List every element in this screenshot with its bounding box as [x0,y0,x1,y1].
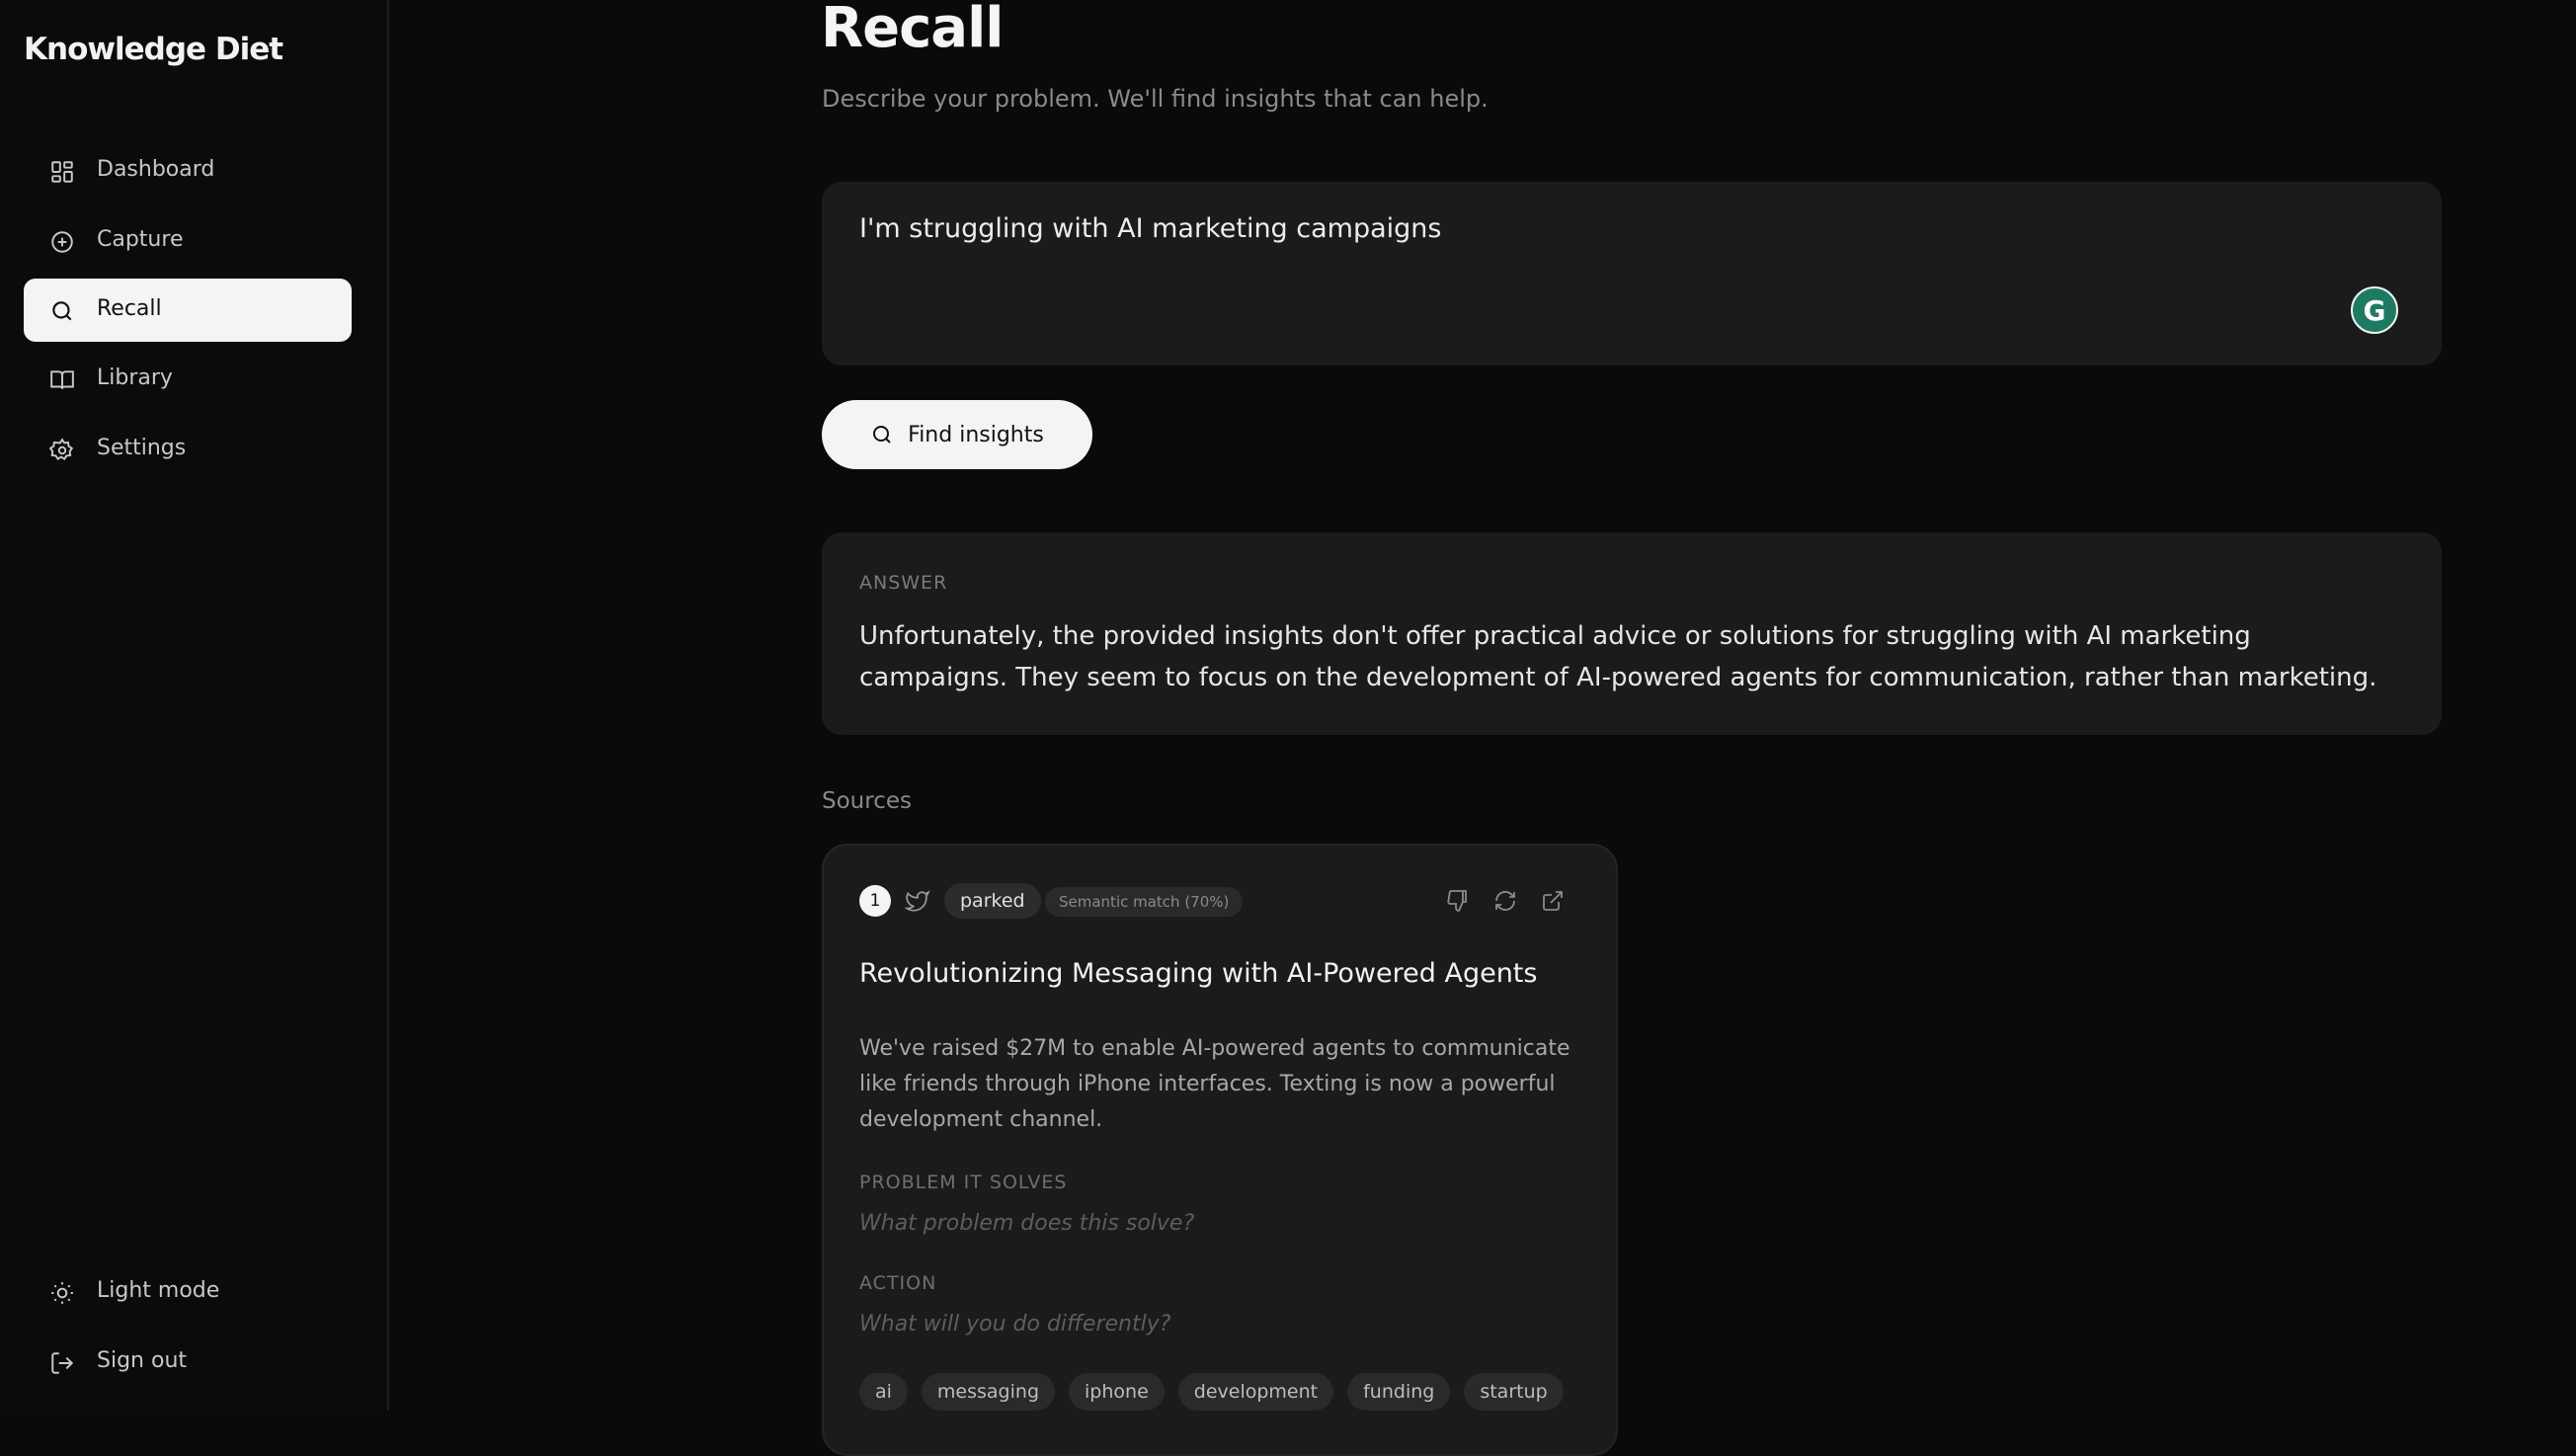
dashboard-icon [49,159,75,185]
sidebar-item-label: Library [97,365,173,390]
plus-circle-icon [49,229,75,255]
app-logo[interactable]: Knowledge Diet [24,32,283,67]
thumbs-down-icon[interactable] [1446,889,1470,913]
source-description: We've raised $27M to enable AI-powered a… [859,1036,1570,1132]
tag[interactable]: startup [1464,1373,1564,1411]
match-badge: Semantic match (70%) [1045,887,1244,917]
sidebar-item-label: Recall [97,296,162,321]
light-mode-toggle[interactable]: Light mode [24,1260,352,1324]
tag[interactable]: messaging [921,1373,1056,1411]
action-field[interactable]: What will you do differently? [859,1312,1170,1336]
sun-icon [49,1280,75,1306]
sidebar-item-label: Settings [97,436,187,460]
sources-heading: Sources [822,788,912,814]
problem-field[interactable]: What problem does this solve? [859,1211,1194,1236]
answer-text: Unfortunately, the provided insights don… [859,621,2377,692]
status-badge: parked [944,883,1041,919]
tag[interactable]: ai [859,1373,908,1411]
refresh-icon[interactable] [1493,889,1517,913]
tag-list: ai messaging iphone development funding … [859,1373,1564,1411]
sidebar-item-label: Capture [97,227,184,252]
search-icon [49,298,75,324]
answer-label: ANSWER [859,572,948,594]
main-content: Recall Describe your problem. We'll find… [389,0,2576,1456]
action-label: ACTION [859,1272,937,1294]
find-insights-button[interactable]: Find insights [822,400,1092,469]
sidebar-item-recall[interactable]: Recall [24,279,352,342]
sign-out-button[interactable]: Sign out [24,1331,352,1394]
source-index-badge: 1 [859,885,891,917]
find-insights-label: Find insights [908,422,1044,447]
logout-icon [49,1350,75,1376]
problem-input[interactable]: I'm struggling with AI marketing campaig… [822,182,2442,365]
source-title[interactable]: Revolutionizing Messaging with AI-Powere… [859,958,1537,989]
tag[interactable]: development [1177,1373,1334,1411]
sidebar-item-settings[interactable]: Settings [24,418,352,481]
sidebar-item-capture[interactable]: Capture [24,209,352,273]
sidebar: Knowledge Diet Dashboard Capture Recall … [0,0,389,1411]
tag[interactable]: iphone [1069,1373,1165,1411]
problem-label: PROBLEM IT SOLVES [859,1172,1068,1193]
external-link-icon[interactable] [1541,889,1565,913]
sidebar-item-dashboard[interactable]: Dashboard [24,139,352,202]
page-subtitle: Describe your problem. We'll find insigh… [822,85,1489,113]
light-mode-label: Light mode [97,1278,220,1303]
gear-icon [49,438,75,463]
sidebar-item-library[interactable]: Library [24,348,352,411]
problem-input-value[interactable]: I'm struggling with AI marketing campaig… [859,213,1441,244]
search-icon [870,423,894,446]
page-title: Recall [821,0,1004,60]
sidebar-item-label: Dashboard [97,157,215,182]
grammarly-icon[interactable]: G [2351,286,2398,334]
source-card[interactable]: 1 parked Semantic match (70%) Revolution… [822,844,1618,1456]
answer-panel: ANSWER Unfortunately, the provided insig… [822,532,2442,735]
tag[interactable]: funding [1347,1373,1451,1411]
sign-out-label: Sign out [97,1348,188,1373]
twitter-icon [905,888,930,914]
book-icon [49,367,75,393]
